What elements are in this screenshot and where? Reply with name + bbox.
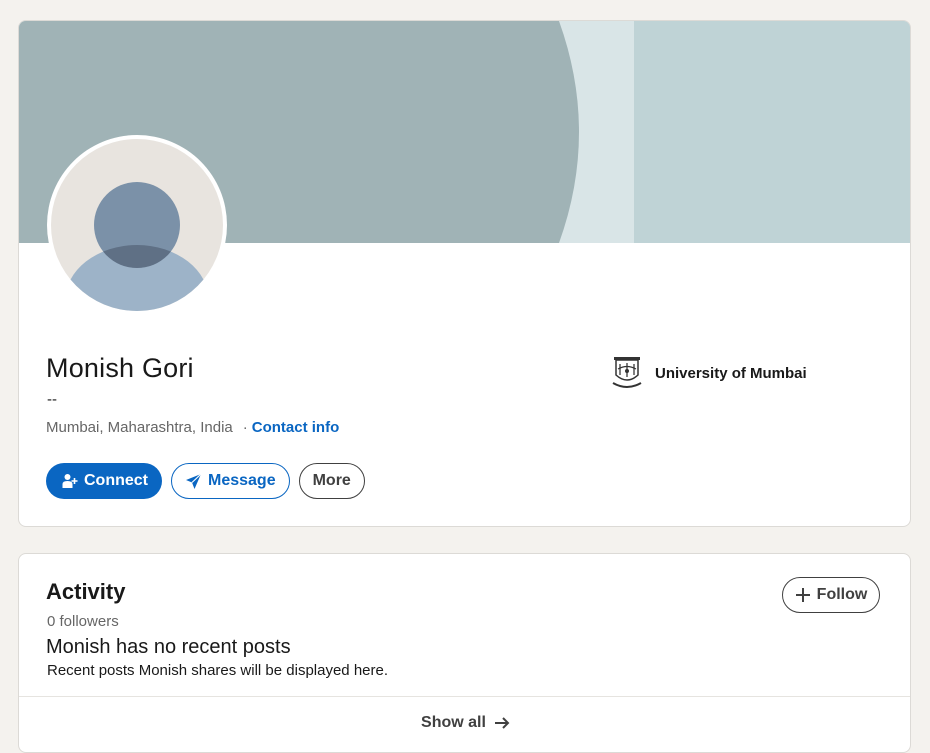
profile-headline: --: [47, 391, 57, 408]
profile-location: Mumbai, Maharashtra, India: [46, 419, 233, 436]
location-row: Mumbai, Maharashtra, India · Contact inf…: [46, 419, 339, 436]
profile-card: Monish Gori -- Mumbai, Maharashtra, Indi…: [18, 20, 911, 527]
connect-button[interactable]: Connect: [46, 463, 162, 499]
school-link[interactable]: University of Mumbai: [609, 355, 807, 391]
message-label: Message: [208, 472, 276, 489]
message-button[interactable]: Message: [171, 463, 290, 499]
followers-count[interactable]: 0 followers: [47, 613, 119, 630]
university-crest-icon: [612, 357, 642, 388]
connect-label: Connect: [84, 472, 148, 489]
avatar-placeholder-icon: [51, 139, 223, 311]
show-all-button[interactable]: Show all: [19, 697, 910, 749]
follow-label: Follow: [816, 586, 868, 603]
add-person-icon: [62, 474, 78, 488]
arrow-right-icon: [494, 717, 510, 729]
school-name: University of Mumbai: [655, 364, 807, 382]
no-posts-title: Monish has no recent posts: [46, 636, 291, 658]
contact-info-link[interactable]: Contact info: [252, 419, 340, 436]
activity-title: Activity: [46, 579, 126, 604]
profile-avatar[interactable]: [47, 135, 227, 315]
follow-button[interactable]: Follow: [782, 577, 880, 613]
plus-icon: [795, 588, 810, 602]
profile-actions: Connect Message More: [46, 463, 365, 499]
profile-name: Monish Gori: [46, 353, 194, 383]
show-all-label: Show all: [421, 714, 486, 731]
no-posts-description: Recent posts Monish shares will be displ…: [47, 662, 389, 679]
send-icon: [186, 473, 202, 489]
activity-card: Activity 0 followers Follow Monish has n…: [18, 553, 911, 753]
more-label: More: [312, 472, 351, 489]
more-button[interactable]: More: [298, 463, 365, 499]
separator-dot: ·: [242, 419, 248, 436]
